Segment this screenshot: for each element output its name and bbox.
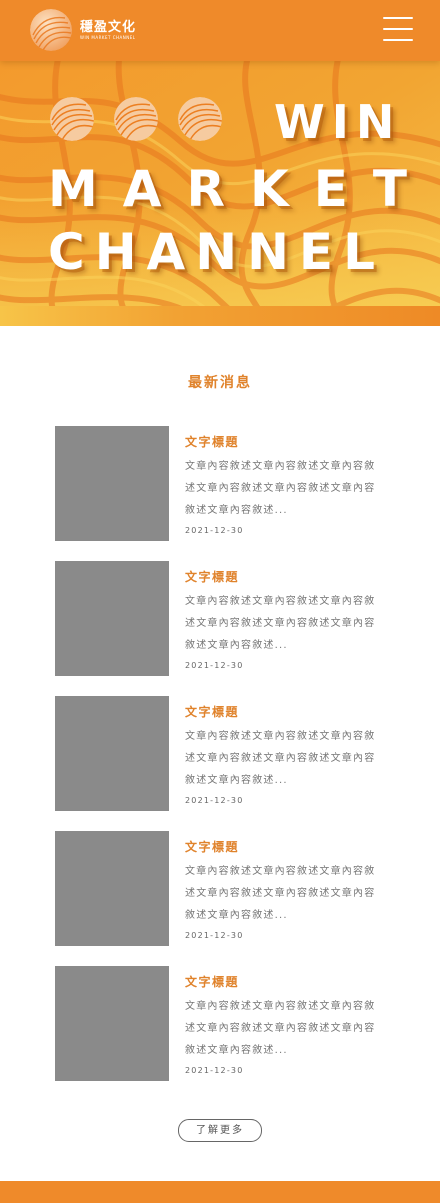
news-title[interactable]: 文字標題 bbox=[185, 839, 385, 855]
news-item[interactable]: 文字標題 文章內容敘述文章內容敘述文章內容敘述文章內容敘述文章內容敘述文章內容敘… bbox=[55, 696, 395, 811]
logo-english-name: WIN MARKET CHANNEL bbox=[80, 34, 136, 40]
news-title[interactable]: 文字標題 bbox=[185, 434, 385, 450]
news-summary: 文章內容敘述文章內容敘述文章內容敘述文章內容敘述文章內容敘述文章內容敘述文章內容… bbox=[185, 1001, 376, 1056]
hero-title-line-1: WIN bbox=[274, 95, 402, 149]
hero-orb-icon bbox=[50, 97, 94, 141]
hero-title-line-3: CHANNEL bbox=[48, 223, 385, 281]
news-item[interactable]: 文字標題 文章內容敘述文章內容敘述文章內容敘述文章內容敘述文章內容敘述文章內容敘… bbox=[55, 561, 395, 676]
learn-more-button[interactable]: 了解更多 bbox=[178, 1119, 262, 1142]
news-date: 2021-12-30 bbox=[185, 661, 244, 670]
news-title[interactable]: 文字標題 bbox=[185, 704, 385, 720]
logo-emblem-icon bbox=[30, 9, 72, 51]
news-thumbnail[interactable] bbox=[55, 831, 169, 946]
news-list: 文字標題 文章內容敘述文章內容敘述文章內容敘述文章內容敘述文章內容敘述文章內容敘… bbox=[55, 426, 395, 1101]
hero-title-line-2: MARKET bbox=[48, 160, 432, 218]
hero-orb-icon bbox=[178, 97, 222, 141]
news-summary: 文章內容敘述文章內容敘述文章內容敘述文章內容敘述文章內容敘述文章內容敘述文章內容… bbox=[185, 596, 376, 651]
news-summary: 文章內容敘述文章內容敘述文章內容敘述文章內容敘述文章內容敘述文章內容敘述文章內容… bbox=[185, 461, 376, 516]
news-summary: 文章內容敘述文章內容敘述文章內容敘述文章內容敘述文章內容敘述文章內容敘述文章內容… bbox=[185, 731, 376, 786]
news-item[interactable]: 文字標題 文章內容敘述文章內容敘述文章內容敘述文章內容敘述文章內容敘述文章內容敘… bbox=[55, 831, 395, 946]
news-date: 2021-12-30 bbox=[185, 796, 244, 805]
news-summary: 文章內容敘述文章內容敘述文章內容敘述文章內容敘述文章內容敘述文章內容敘述文章內容… bbox=[185, 866, 376, 921]
site-logo[interactable]: 穩盈文化 WIN MARKET CHANNEL bbox=[30, 9, 140, 51]
news-item[interactable]: 文字標題 文章內容敘述文章內容敘述文章內容敘述文章內容敘述文章內容敘述文章內容敘… bbox=[55, 426, 395, 541]
hero-bottom-strip bbox=[0, 306, 440, 326]
news-date: 2021-12-30 bbox=[185, 526, 244, 535]
news-thumbnail[interactable] bbox=[55, 966, 169, 1081]
news-thumbnail[interactable] bbox=[55, 696, 169, 811]
footer-bar bbox=[0, 1181, 440, 1203]
news-item[interactable]: 文字標題 文章內容敘述文章內容敘述文章內容敘述文章內容敘述文章內容敘述文章內容敘… bbox=[55, 966, 395, 1081]
logo-chinese-name: 穩盈文化 bbox=[80, 19, 137, 35]
news-title[interactable]: 文字標題 bbox=[185, 974, 385, 990]
news-date: 2021-12-30 bbox=[185, 1066, 244, 1075]
news-thumbnail[interactable] bbox=[55, 561, 169, 676]
hamburger-menu-icon[interactable] bbox=[383, 16, 413, 42]
hero-banner: WIN MARKET CHANNEL bbox=[0, 61, 440, 326]
news-date: 2021-12-30 bbox=[185, 931, 244, 940]
news-title[interactable]: 文字標題 bbox=[185, 569, 385, 585]
news-thumbnail[interactable] bbox=[55, 426, 169, 541]
hero-orb-icon bbox=[114, 97, 158, 141]
news-section-title: 最新消息 bbox=[188, 375, 252, 391]
top-header: 穩盈文化 WIN MARKET CHANNEL bbox=[0, 0, 440, 61]
